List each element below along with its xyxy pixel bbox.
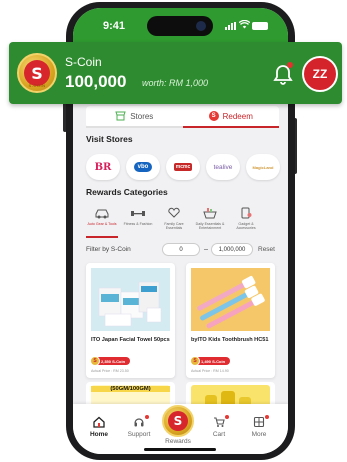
grid-icon (239, 416, 279, 428)
dynamic-island (147, 16, 213, 36)
magicland-logo: MagicLand (252, 164, 274, 170)
nav-rewards-coin[interactable]: S (162, 405, 194, 437)
s-coin-icon: S (168, 411, 188, 431)
product-weight-label: (50GM/100GM) (91, 386, 170, 392)
basket-icon (202, 206, 218, 220)
notification-dot (287, 62, 293, 68)
category-auto-gear[interactable]: Auto Gear & Tools (86, 206, 118, 230)
product-title: byITO Kids Toothbrush HC51 (191, 337, 269, 343)
notification-dot (225, 415, 229, 419)
store-icon (115, 111, 126, 121)
notification-dot (265, 415, 269, 419)
store-magicland[interactable]: MagicLand (246, 154, 280, 180)
category-label: Daily Essentials & Entertainment (195, 222, 225, 231)
coin-worth: worth: RM 1,000 (142, 78, 209, 88)
category-label: Family Care Essentials (164, 222, 184, 231)
camera-icon (196, 21, 206, 31)
category-daily-essentials[interactable]: Daily Essentials & Entertainment (194, 206, 226, 230)
active-category-indicator (86, 236, 118, 238)
nav-cart[interactable]: Cart (199, 416, 239, 438)
heart-hands-icon (166, 206, 182, 220)
facial-towel-image (91, 268, 170, 331)
product-card-facial-towel[interactable]: ITO Japan Facial Towel 50pcs S 2,350 S-C… (86, 263, 175, 378)
filter-range-dash (204, 249, 208, 250)
car-icon (94, 206, 110, 220)
nav-more-label: More (251, 431, 267, 438)
product-price-pill: S 2,350 S-Coin (90, 356, 131, 366)
home-indicator (144, 448, 216, 451)
page-canvas: 9:41 Stores S Redeem Visit Stores BR vbo (0, 0, 347, 462)
brand-name: S-Coin (65, 55, 102, 69)
category-label: Gadget & Accessories (236, 222, 256, 231)
gadget-icon (238, 206, 254, 220)
s-coin-icon: S (208, 111, 219, 121)
product-title: ITO Japan Facial Towel 50pcs (91, 337, 170, 343)
avatar[interactable]: ZZ (302, 56, 338, 92)
category-label: Fitness & Fashion (123, 222, 153, 226)
product-price-pill: S 1,490 S-Coin (190, 356, 231, 366)
filter-min-input[interactable]: 0 (162, 243, 200, 256)
tab-stores[interactable]: Stores (86, 106, 183, 128)
toothbrush-image (191, 268, 270, 331)
home-icon (79, 416, 119, 428)
coin-balance: 100,000 (65, 72, 127, 91)
filter-max-input[interactable]: 1,000,000 (211, 243, 253, 256)
rewards-categories-title: Rewards Categories (86, 187, 168, 197)
nav-support-label: Support (127, 431, 151, 438)
store-list: BR vbo mcmc tealive MagicLand (86, 154, 280, 180)
s-coin-icon: S (190, 356, 200, 366)
mcmc-logo: mcmc (173, 163, 193, 171)
product-actual-price: Actual Price : RM 14.90 (191, 369, 229, 373)
nav-support[interactable]: Support (119, 416, 159, 438)
category-list: Auto Gear & Tools Fitness & Fashion Fami… (86, 206, 262, 230)
signal-icon (225, 22, 236, 30)
category-gadget[interactable]: Gadget & Accessories (230, 206, 262, 230)
category-family-care[interactable]: Family Care Essentials (158, 206, 190, 230)
visit-stores-title: Visit Stores (86, 134, 133, 144)
battery-icon (252, 22, 268, 30)
filter-reset-button[interactable]: Reset (258, 246, 275, 253)
headset-icon (119, 416, 159, 428)
vbo-logo: vbo (133, 162, 153, 172)
cart-icon (199, 416, 239, 428)
tealive-logo: tealive (213, 163, 233, 171)
store-baskin-robbins[interactable]: BR (86, 154, 120, 180)
dumbbell-icon (130, 206, 146, 220)
nav-rewards-label: Rewards (165, 438, 191, 445)
filter-label: Filter by S-Coin (86, 246, 131, 253)
status-time: 9:41 (103, 20, 126, 32)
product-actual-price: Actual Price : RM 23.50 (91, 369, 129, 373)
s-coin-icon: S (90, 356, 100, 366)
nav-home[interactable]: Home (79, 416, 119, 438)
baskin-robbins-logo: BR (94, 161, 112, 173)
tab-stores-label: Stores (130, 111, 154, 121)
tab-redeem-label: Redeem (222, 111, 253, 121)
store-tealive[interactable]: tealive (206, 154, 240, 180)
nav-rewards[interactable]: Rewards (158, 438, 198, 445)
bottom-navigation: Home Support S Rewards Cart More (73, 404, 288, 454)
nav-home-label: Home (89, 431, 109, 438)
coin-ring-text: S-COIN (28, 83, 46, 88)
category-fitness[interactable]: Fitness & Fashion (122, 206, 154, 230)
store-mcmc[interactable]: mcmc (166, 154, 200, 180)
store-redeem-tabs: Stores S Redeem (86, 106, 279, 128)
notification-dot (145, 415, 149, 419)
nav-more[interactable]: More (239, 416, 279, 438)
product-price: 1,490 S-Coin (201, 358, 226, 364)
tab-redeem[interactable]: S Redeem (182, 106, 279, 128)
category-label: Auto Gear & Tools (87, 222, 117, 226)
s-coin-logo: S S-COIN (17, 53, 57, 93)
nav-cart-label: Cart (212, 431, 226, 438)
wifi-icon (238, 19, 251, 32)
s-coin-header-banner: S S-COIN S-Coin 100,000 worth: RM 1,000 … (9, 42, 342, 104)
product-card-toothbrush[interactable]: byITO Kids Toothbrush HC51 S 1,490 S-Coi… (186, 263, 275, 378)
store-vbo[interactable]: vbo (126, 154, 160, 180)
product-price: 2,350 S-Coin (101, 358, 126, 364)
